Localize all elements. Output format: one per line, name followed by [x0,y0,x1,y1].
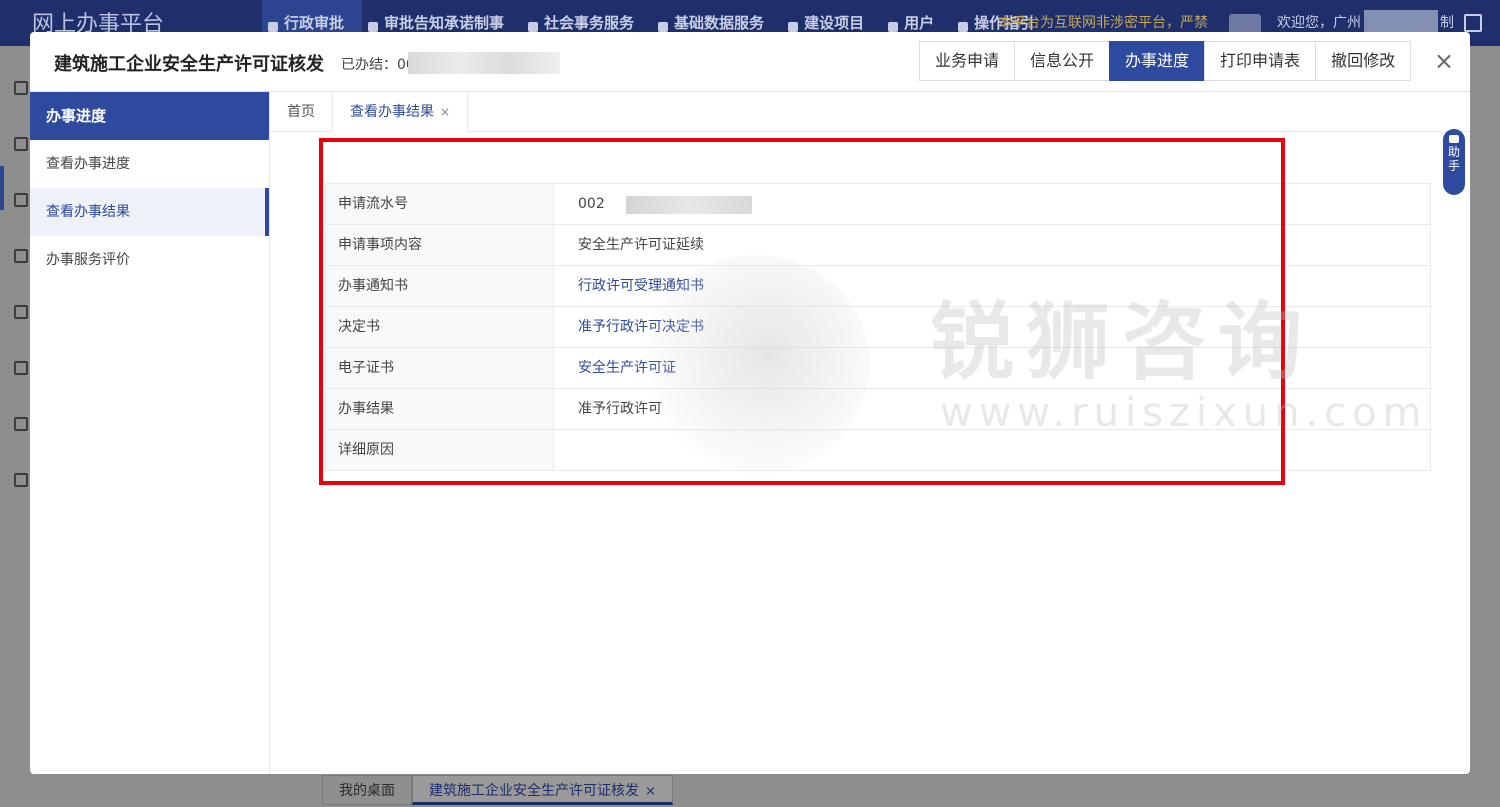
app-sidebar [0,46,30,807]
progress-button[interactable]: 办事进度 [1109,41,1206,81]
withdraw-edit-button[interactable]: 撤回修改 [1315,41,1412,81]
sidebar-item-service-rating[interactable]: 办事服务评价 [30,236,269,284]
sidebar-active-indicator [0,166,4,210]
done-number-redaction [408,52,560,74]
business-apply-button[interactable]: 业务申请 [919,41,1016,81]
close-icon[interactable]: × [440,105,450,119]
modal-dialog: 建筑施工企业安全生产许可证核发 已办结：00 业务申请 信息公开 办事进度 打印… [30,32,1470,774]
tab-license-issuance[interactable]: 建筑施工企业安全生产许可证核发 × [412,775,673,805]
username-redaction [1364,10,1438,32]
header-button-group: 业务申请 信息公开 办事进度 打印申请表 撤回修改 [919,41,1412,81]
notice-icon [368,22,379,32]
chat-icon [1449,135,1459,143]
social-icon [528,22,539,32]
done-status-label: 已办结：00 [341,57,415,73]
highlight-box [319,138,1285,485]
welcome-tail: 制 [1440,15,1454,31]
content-tab-bar: 首页 查看办事结果 × [270,92,1470,133]
logout-icon[interactable] [1464,14,1482,32]
edit-icon[interactable] [14,81,28,95]
edit-icon[interactable] [14,249,28,263]
modal-title: 建筑施工企业安全生产许可证核发 [54,54,324,75]
guide-icon [958,22,969,32]
sidebar-header: 办事进度 [30,92,269,140]
modal-header: 建筑施工企业安全生产许可证核发 已办结：00 业务申请 信息公开 办事进度 打印… [30,32,1470,92]
edit-icon[interactable] [14,305,28,319]
print-form-button[interactable]: 打印申请表 [1204,41,1317,81]
sidebar-item-view-result[interactable]: 查看办事结果 [30,188,269,236]
data-icon [658,22,669,32]
assistant-label: 助手 [1448,145,1461,173]
close-icon[interactable]: × [645,784,656,799]
edit-icon[interactable] [14,137,28,151]
tab-home[interactable]: 首页 [270,92,333,132]
edit-icon[interactable] [14,193,28,207]
tab-my-desktop[interactable]: 我的桌面 [322,775,412,805]
tab-view-result[interactable]: 查看办事结果 × [333,92,469,133]
modal-sidebar: 办事进度 查看办事进度 查看办事结果 办事服务评价 [30,92,270,774]
info-public-button[interactable]: 信息公开 [1014,41,1111,81]
sidebar-item-view-progress[interactable]: 查看办事进度 [30,140,269,188]
approval-icon [268,22,278,32]
close-icon[interactable]: × [1432,48,1456,74]
construction-icon [788,22,799,32]
platform-notice: 本平台为互联网非涉密平台，严禁 [998,15,1208,31]
welcome-text: 欢迎您，广州 [1277,15,1361,31]
edit-icon[interactable] [14,361,28,375]
edit-icon[interactable] [14,417,28,431]
user-icon [888,22,899,32]
assistant-button[interactable]: 助手 [1443,129,1465,195]
edit-icon[interactable] [14,473,28,487]
bottom-tab-bar: 我的桌面 建筑施工企业安全生产许可证核发 × [322,775,673,807]
